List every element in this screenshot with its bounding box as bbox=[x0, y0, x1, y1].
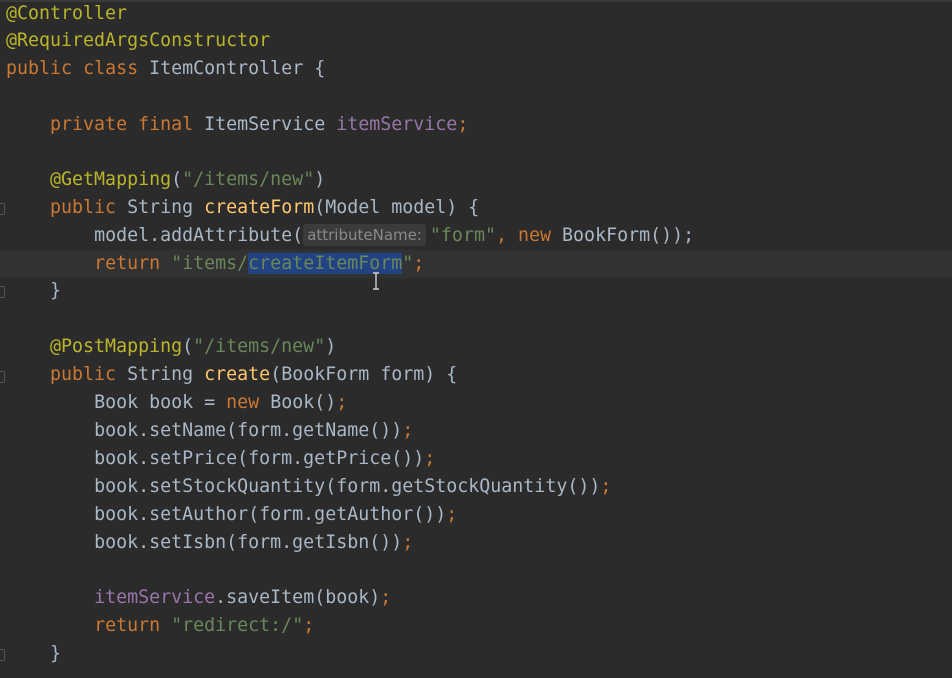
method-params: (Model model) { bbox=[314, 197, 480, 218]
parameter-hint: attributeName: bbox=[303, 224, 426, 246]
paren-open: ( bbox=[182, 336, 194, 357]
mapping-path-string: "/items/new" bbox=[182, 169, 315, 190]
class-name: ItemController bbox=[149, 58, 304, 79]
code-line-18[interactable]: book.setStockQuantity(form.getStockQuant… bbox=[6, 473, 946, 501]
code-line-9[interactable]: model.addAttribute(attributeName: "form",… bbox=[6, 222, 946, 250]
code-line-8[interactable]: public String createForm(Model model) { bbox=[6, 194, 946, 222]
code-line-15[interactable]: Book book = new Book(); bbox=[6, 389, 946, 417]
new-keyword: new bbox=[226, 392, 260, 413]
class-keyword: class bbox=[83, 58, 139, 79]
comma: , bbox=[495, 225, 507, 246]
code-line-7[interactable]: @GetMapping("/items/new") bbox=[6, 166, 946, 194]
code-line-19[interactable]: book.setAuthor(form.getAuthor()); bbox=[6, 501, 946, 529]
controller-annotation: @Controller bbox=[6, 3, 128, 24]
class-open-brace: { bbox=[314, 58, 326, 79]
save-item-call: .saveItem(book) bbox=[215, 587, 381, 608]
semicolon: ; bbox=[336, 392, 348, 413]
set-name-call: book.setName(form.getName()) bbox=[94, 420, 403, 441]
code-line-16[interactable]: book.setName(form.getName()); bbox=[6, 417, 946, 445]
add-attribute-call: model.addAttribute( bbox=[94, 225, 304, 246]
code-line-22[interactable]: itemService.saveItem(book); bbox=[6, 584, 946, 612]
semicolon: ; bbox=[600, 476, 612, 497]
code-line-1[interactable]: @Controller bbox=[6, 0, 946, 28]
book-declaration: Book book = bbox=[94, 392, 227, 413]
code-line-11[interactable]: } bbox=[6, 277, 946, 305]
fold-marker-icon[interactable] bbox=[0, 649, 5, 661]
code-line-10-current[interactable]: return "items/createItemForm"; bbox=[0, 250, 952, 278]
method-close-brace: } bbox=[50, 643, 62, 664]
return-type: String bbox=[127, 364, 194, 385]
public-keyword: public bbox=[50, 364, 117, 385]
code-line-13[interactable]: @PostMapping("/items/new") bbox=[6, 333, 946, 361]
redirect-string: "redirect:/" bbox=[171, 615, 304, 636]
attribute-name-string: "form" bbox=[429, 225, 496, 246]
code-line-23[interactable]: return "redirect:/"; bbox=[6, 612, 946, 640]
semicolon: ; bbox=[402, 532, 414, 553]
paren-open: ( bbox=[171, 169, 183, 190]
method-close-brace: } bbox=[50, 280, 62, 301]
fold-marker-icon[interactable] bbox=[0, 286, 5, 298]
code-editor[interactable]: @Controller @RequiredArgsConstructor pub… bbox=[0, 0, 952, 678]
code-line-2[interactable]: @RequiredArgsConstructor bbox=[6, 27, 946, 55]
required-args-annotation: @RequiredArgsConstructor bbox=[6, 30, 271, 51]
set-isbn-call: book.setIsbn(form.getIsbn()) bbox=[94, 532, 403, 553]
field-type: ItemService bbox=[204, 114, 326, 135]
return-keyword: return bbox=[94, 253, 161, 274]
semicolon: ; bbox=[303, 615, 315, 636]
code-line-14[interactable]: public String create(BookForm form) { bbox=[6, 361, 946, 389]
item-service-field: itemService bbox=[94, 587, 216, 608]
private-keyword: private bbox=[50, 114, 128, 135]
book-constructor: Book() bbox=[270, 392, 337, 413]
return-type: String bbox=[127, 197, 194, 218]
semicolon: ; bbox=[424, 448, 436, 469]
method-name: createForm bbox=[204, 197, 315, 218]
selected-text[interactable]: createItemForm bbox=[248, 253, 403, 274]
view-path-suffix: " bbox=[402, 253, 414, 274]
method-params: (BookForm form) { bbox=[270, 364, 458, 385]
set-author-call: book.setAuthor(form.getAuthor()) bbox=[94, 504, 447, 525]
semicolon: ; bbox=[402, 420, 414, 441]
semicolon: ; bbox=[380, 587, 392, 608]
field-name: itemService bbox=[336, 114, 458, 135]
public-keyword: public bbox=[6, 58, 73, 79]
mapping-path-string: "/items/new" bbox=[193, 336, 326, 357]
set-stock-quantity-call: book.setStockQuantity(form.getStockQuant… bbox=[94, 476, 601, 497]
book-form-constructor: BookForm()); bbox=[562, 225, 695, 246]
code-line-24[interactable]: } bbox=[6, 640, 946, 668]
view-path-prefix: "items/ bbox=[171, 253, 249, 274]
final-keyword: final bbox=[138, 114, 194, 135]
fold-marker-icon[interactable] bbox=[0, 203, 5, 215]
fold-marker-icon[interactable] bbox=[0, 371, 5, 383]
text-cursor-icon bbox=[373, 272, 379, 290]
paren-close: ) bbox=[325, 336, 337, 357]
return-keyword: return bbox=[94, 615, 161, 636]
get-mapping-annotation: @GetMapping bbox=[50, 169, 172, 190]
semicolon: ; bbox=[413, 253, 425, 274]
code-line-3[interactable]: public class ItemController { bbox=[6, 55, 946, 83]
code-line-17[interactable]: book.setPrice(form.getPrice()); bbox=[6, 445, 946, 473]
semicolon: ; bbox=[457, 114, 469, 135]
set-price-call: book.setPrice(form.getPrice()) bbox=[94, 448, 425, 469]
paren-close: ) bbox=[314, 169, 326, 190]
method-name: create bbox=[204, 364, 271, 385]
code-line-20[interactable]: book.setIsbn(form.getIsbn()); bbox=[6, 529, 946, 557]
public-keyword: public bbox=[50, 197, 117, 218]
code-line-5[interactable]: private final ItemService itemService; bbox=[6, 111, 946, 139]
new-keyword: new bbox=[518, 225, 552, 246]
post-mapping-annotation: @PostMapping bbox=[50, 336, 183, 357]
semicolon: ; bbox=[446, 504, 458, 525]
